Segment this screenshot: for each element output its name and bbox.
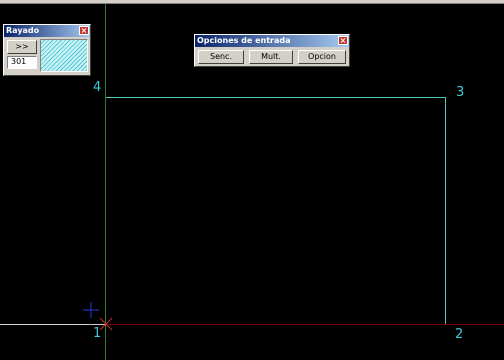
pattern-code-field[interactable]: 301 (7, 56, 37, 69)
rayado-title: Rayado (6, 26, 40, 35)
next-pattern-button[interactable]: >> (7, 40, 37, 54)
hatch-pattern-preview[interactable] (40, 39, 88, 72)
rayado-toolbar: Rayado × >> 301 (3, 24, 91, 76)
entry-options-toolbar: Opciones de entrada × Senc. Mult. Opcion (194, 34, 350, 67)
close-icon[interactable]: × (338, 36, 348, 45)
entry-options-titlebar[interactable]: Opciones de entrada × (195, 35, 349, 47)
option-button[interactable]: Opcion (298, 50, 346, 64)
rayado-titlebar[interactable]: Rayado × (4, 25, 90, 37)
close-icon[interactable]: × (79, 26, 89, 35)
drawn-rectangle[interactable] (106, 97, 446, 324)
multiple-entry-button[interactable]: Mult. (249, 50, 293, 64)
origin-marker-icon (99, 317, 113, 331)
vertex-label-3: 3 (456, 85, 465, 100)
crosshair-cursor-icon (83, 302, 99, 318)
vertex-label-2: 2 (455, 327, 464, 342)
origin-reference-line (0, 324, 106, 325)
simple-entry-button[interactable]: Senc. (198, 50, 244, 64)
entry-options-title: Opciones de entrada (197, 36, 291, 45)
vertex-label-4: 4 (93, 80, 102, 95)
